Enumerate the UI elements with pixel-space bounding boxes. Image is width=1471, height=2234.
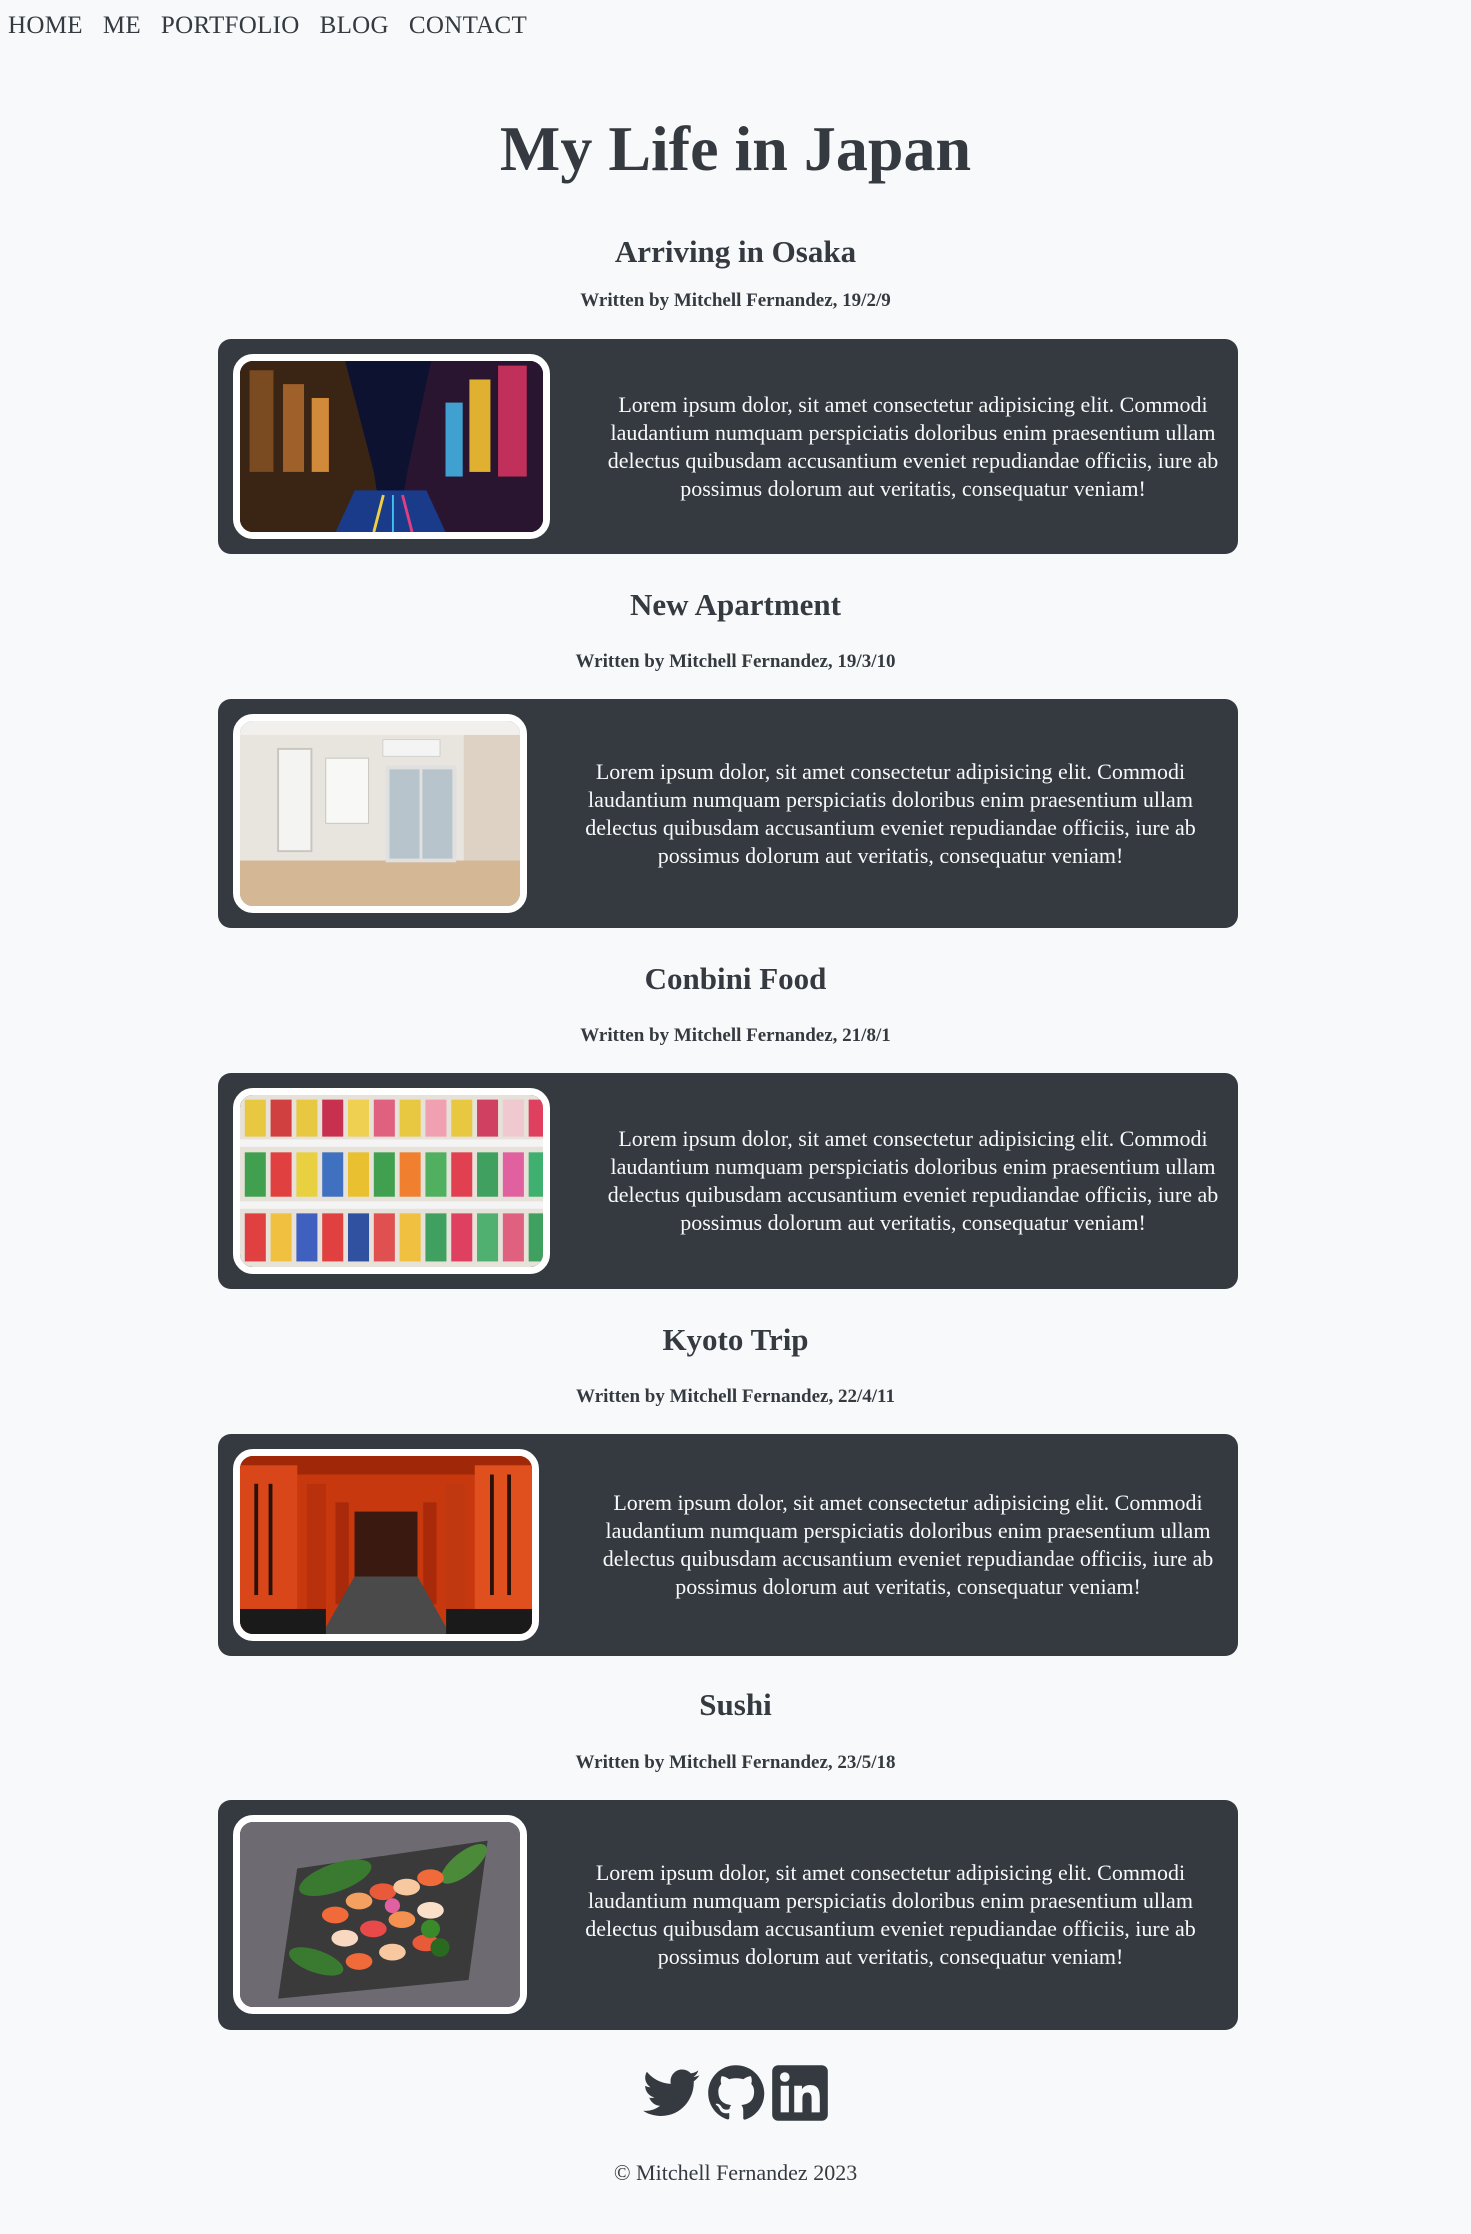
post-card: Lorem ipsum dolor, sit amet consectetur … xyxy=(218,699,1238,928)
post-meta: Written by Mitchell Fernandez, 19/3/10 xyxy=(575,651,896,672)
post-title: Arriving in Osaka xyxy=(614,234,857,269)
social-links xyxy=(0,2064,1471,2122)
nav-home[interactable]: HOME xyxy=(8,12,83,40)
post-image-conbini xyxy=(233,1088,550,1274)
post-title: Sushi xyxy=(699,1687,772,1722)
top-nav: HOME ME PORTFOLIO BLOG CONTACT xyxy=(8,12,527,40)
post-card: Lorem ipsum dolor, sit amet consectetur … xyxy=(218,339,1238,554)
post-image-kyoto xyxy=(233,1449,539,1641)
github-icon[interactable] xyxy=(707,2064,765,2122)
post-text: Lorem ipsum dolor, sit amet consectetur … xyxy=(585,758,1196,868)
twitter-icon[interactable] xyxy=(642,2064,701,2122)
post-card: Lorem ipsum dolor, sit amet consectetur … xyxy=(218,1073,1238,1289)
post-image-osaka xyxy=(233,354,550,539)
post-text: Lorem ipsum dolor, sit amet consectetur … xyxy=(607,1126,1219,1235)
post-image-sushi xyxy=(233,1815,527,2014)
post-meta: Written by Mitchell Fernandez, 23/5/18 xyxy=(575,1752,896,1773)
post-image-apartment xyxy=(233,714,527,913)
post-meta: Written by Mitchell Fernandez, 21/8/1 xyxy=(580,1025,891,1046)
nav-contact[interactable]: CONTACT xyxy=(409,12,527,40)
post-text: Lorem ipsum dolor, sit amet consectetur … xyxy=(602,1490,1214,1599)
post-text: Lorem ipsum dolor, sit amet consectetur … xyxy=(585,1860,1196,1969)
nav-me[interactable]: ME xyxy=(103,12,141,40)
post-card: Lorem ipsum dolor, sit amet consectetur … xyxy=(218,1434,1238,1656)
post-card: Lorem ipsum dolor, sit amet consectetur … xyxy=(218,1800,1238,2030)
nav-portfolio[interactable]: PORTFOLIO xyxy=(161,12,300,40)
post-title: New Apartment xyxy=(630,587,841,622)
post-title: Kyoto Trip xyxy=(662,1322,809,1357)
page-title: My Life in Japan xyxy=(499,113,972,184)
linkedin-icon[interactable] xyxy=(771,2064,829,2122)
footer-copyright: © Mitchell Fernandez 2023 xyxy=(613,2160,858,2185)
nav-blog[interactable]: BLOG xyxy=(320,12,389,40)
post-text: Lorem ipsum dolor, sit amet consectetur … xyxy=(607,391,1219,501)
post-meta: Written by Mitchell Fernandez, 19/2/9 xyxy=(580,290,891,311)
post-meta: Written by Mitchell Fernandez, 22/4/11 xyxy=(576,1386,895,1407)
post-title: Conbini Food xyxy=(644,961,827,996)
